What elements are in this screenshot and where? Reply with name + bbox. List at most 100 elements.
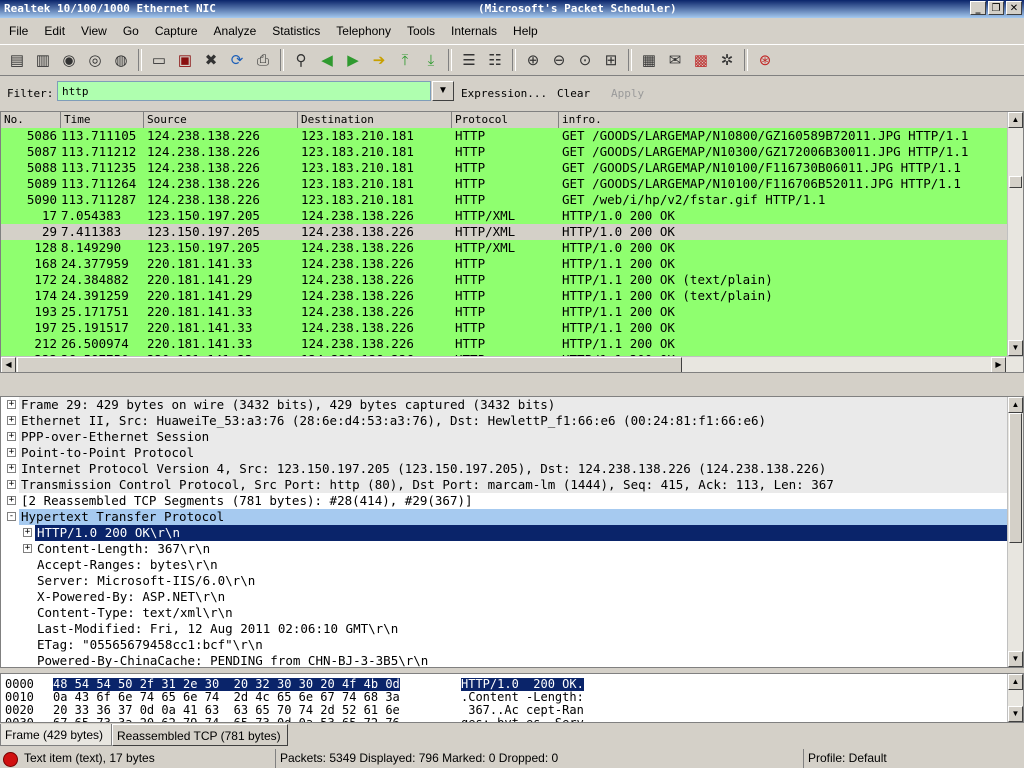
tab-frame[interactable]: Frame (429 bytes) — [0, 724, 112, 746]
go-back-icon[interactable]: ◀ — [314, 47, 340, 73]
zoom-out-icon[interactable]: ⊖ — [546, 47, 572, 73]
column-header-no[interactable]: No. — [1, 112, 61, 128]
hscroll-thumb[interactable] — [17, 357, 682, 372]
expert-info-icon[interactable] — [3, 752, 18, 767]
expand-icon[interactable]: + — [7, 432, 16, 441]
scroll-down-icon[interactable]: ▼ — [1008, 706, 1023, 722]
detail-row[interactable]: + PPP-over-Ethernet Session — [1, 429, 1008, 445]
go-to-packet-icon[interactable]: ➔ — [366, 47, 392, 73]
detail-row[interactable]: + Ethernet II, Src: HuaweiTe_53:a3:76 (28… — [1, 413, 1008, 429]
restart-capture-icon[interactable]: ◍ — [108, 47, 134, 73]
detail-row[interactable]: - Hypertext Transfer Protocol — [1, 509, 1008, 525]
packet-row[interactable]: 5087 113.711212 124.238.138.226 123.183.210… — [1, 144, 1008, 160]
expand-icon[interactable]: + — [7, 400, 16, 409]
go-last-icon[interactable]: ⤓ — [418, 47, 444, 73]
start-capture-icon[interactable]: ◉ — [56, 47, 82, 73]
menu-go[interactable]: Go — [114, 24, 146, 38]
scroll-up-icon[interactable]: ▲ — [1008, 674, 1023, 690]
detail-row[interactable]: Server: Microsoft-IIS/6.0\r\n — [1, 573, 1008, 589]
detail-row[interactable]: + Frame 29: 429 bytes on wire (3432 bits)… — [1, 397, 1008, 413]
expand-icon[interactable]: + — [7, 448, 16, 457]
column-header-time[interactable]: Time — [61, 112, 144, 128]
stop-capture-icon[interactable]: ◎ — [82, 47, 108, 73]
find-icon[interactable]: ⚲ — [288, 47, 314, 73]
filter-input[interactable]: http — [57, 81, 431, 101]
packet-row[interactable]: 5089 113.711264 124.238.138.226 123.183.210… — [1, 176, 1008, 192]
menu-edit[interactable]: Edit — [35, 24, 72, 38]
colorize-icon[interactable]: ☰ — [456, 47, 482, 73]
packet-row[interactable]: 29 7.411383 123.150.197.205 124.238.138.226… — [1, 224, 1008, 240]
expand-icon[interactable]: + — [23, 544, 32, 553]
details-vscrollbar[interactable]: ▲ ▼ — [1007, 397, 1023, 667]
preferences-icon[interactable]: ✲ — [714, 47, 740, 73]
go-first-icon[interactable]: ⤒ — [392, 47, 418, 73]
column-header-destination[interactable]: Destination — [298, 112, 452, 128]
help-icon[interactable]: ⊛ — [752, 47, 778, 73]
packet-row[interactable]: 174 24.391259 220.181.141.29 124.238.138.22… — [1, 288, 1008, 304]
expand-icon[interactable]: + — [7, 480, 16, 489]
expand-icon[interactable]: + — [7, 496, 16, 505]
column-header-source[interactable]: Source — [144, 112, 298, 128]
zoom-normal-icon[interactable]: ⊙ — [572, 47, 598, 73]
packet-list-vscrollbar[interactable]: ▲ ▼ — [1007, 112, 1023, 356]
close-file-icon[interactable]: ✖ — [198, 47, 224, 73]
minimize-button[interactable]: _ — [970, 1, 986, 15]
auto-scroll-icon[interactable]: ☷ — [482, 47, 508, 73]
coloring-rules-icon[interactable]: ▩ — [688, 47, 714, 73]
tab-reassembled-tcp[interactable]: Reassembled TCP (781 bytes) — [112, 724, 288, 746]
window-title-bar[interactable]: Realtek 10/100/1000 Ethernet NIC (Micros… — [0, 0, 1024, 18]
detail-row[interactable]: X-Powered-By: ASP.NET\r\n — [1, 589, 1008, 605]
detail-row[interactable]: + [2 Reassembled TCP Segments (781 bytes)… — [1, 493, 1008, 509]
packet-row[interactable]: 5086 113.711105 124.238.138.226 123.183.210… — [1, 128, 1008, 144]
resize-columns-icon[interactable]: ⊞ — [598, 47, 624, 73]
menu-tools[interactable]: Tools — [398, 24, 442, 38]
clear-button[interactable]: Clear — [557, 87, 590, 100]
menu-view[interactable]: View — [72, 24, 114, 38]
maximize-button[interactable]: ❐ — [988, 1, 1004, 15]
detail-row[interactable]: Powered-By-ChinaCache: PENDING from CHN-… — [1, 653, 1008, 667]
bytes-vscrollbar[interactable]: ▲ ▼ — [1007, 674, 1023, 722]
packet-row[interactable]: 172 24.384882 220.181.141.29 124.238.138.22… — [1, 272, 1008, 288]
expand-icon[interactable]: + — [7, 464, 16, 473]
packet-details-tree[interactable]: + Frame 29: 429 bytes on wire (3432 bits)… — [0, 396, 1024, 668]
column-header-protocol[interactable]: Protocol — [452, 112, 559, 128]
status-profile[interactable]: Profile: Default — [803, 749, 1024, 768]
packet-row[interactable]: 5088 113.711235 124.238.138.226 123.183.210… — [1, 160, 1008, 176]
display-filters-icon[interactable]: ✉ — [662, 47, 688, 73]
menu-help[interactable]: Help — [504, 24, 545, 38]
packet-row[interactable]: 168 24.377959 220.181.141.33 124.238.138.22… — [1, 256, 1008, 272]
scroll-down-icon[interactable]: ▼ — [1008, 651, 1023, 667]
packet-bytes-pane[interactable]: 0000 48 54 54 50 2f 31 2e 30 20 32 30 30 … — [0, 673, 1024, 723]
menu-file[interactable]: File — [0, 24, 35, 38]
packet-row[interactable]: 5090 113.711287 124.238.138.226 123.183.210… — [1, 192, 1008, 208]
scroll-up-icon[interactable]: ▲ — [1008, 112, 1023, 128]
detail-row[interactable]: + Content-Length: 367\r\n — [1, 541, 1008, 557]
expression-button[interactable]: Expression... — [461, 87, 547, 100]
column-header-info[interactable]: infro. — [559, 112, 1008, 128]
packet-list[interactable]: No. Time Source Destination Protocol inf… — [0, 111, 1024, 373]
detail-row[interactable]: Content-Type: text/xml\r\n — [1, 605, 1008, 621]
apply-button[interactable]: Apply — [611, 87, 644, 100]
packet-row[interactable]: 17 7.054383 123.150.197.205 124.238.138.226… — [1, 208, 1008, 224]
open-file-icon[interactable]: ▭ — [146, 47, 172, 73]
detail-row[interactable]: Accept-Ranges: bytes\r\n — [1, 557, 1008, 573]
reload-icon[interactable]: ⟳ — [224, 47, 250, 73]
menu-telephony[interactable]: Telephony — [327, 24, 398, 38]
scroll-up-icon[interactable]: ▲ — [1008, 397, 1023, 413]
zoom-in-icon[interactable]: ⊕ — [520, 47, 546, 73]
menu-analyze[interactable]: Analyze — [205, 24, 264, 38]
scroll-right-icon[interactable]: ▶ — [991, 357, 1006, 372]
expand-icon[interactable]: + — [7, 416, 16, 425]
packet-list-hscrollbar[interactable]: ◀ ▶ — [1, 356, 1023, 372]
detail-row[interactable]: + HTTP/1.0 200 OK\r\n — [1, 525, 1008, 541]
detail-row[interactable]: + Transmission Control Protocol, Src Port… — [1, 477, 1008, 493]
capture-filters-icon[interactable]: ▦ — [636, 47, 662, 73]
go-forward-icon[interactable]: ▶ — [340, 47, 366, 73]
detail-row[interactable]: Last-Modified: Fri, 12 Aug 2011 02:06:10… — [1, 621, 1008, 637]
detail-row[interactable]: + Internet Protocol Version 4, Src: 123.1… — [1, 461, 1008, 477]
expand-icon[interactable]: + — [23, 528, 32, 537]
save-file-icon[interactable]: ▣ — [172, 47, 198, 73]
collapse-icon[interactable]: - — [7, 512, 16, 521]
interface-list-icon[interactable]: ▤ — [4, 47, 30, 73]
menu-statistics[interactable]: Statistics — [263, 24, 327, 38]
